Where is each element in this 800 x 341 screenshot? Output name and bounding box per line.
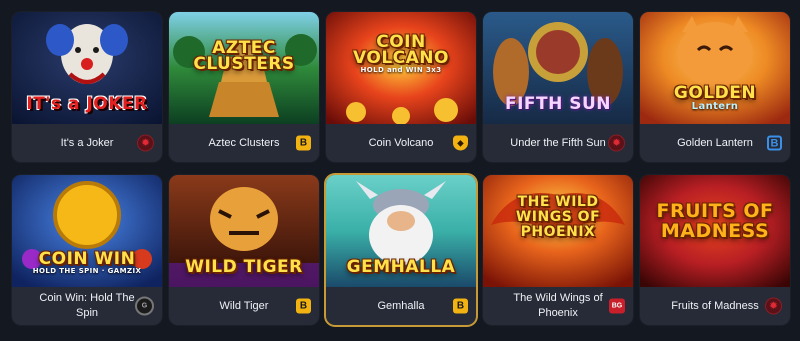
game-art-title: WILD TIGER: [185, 257, 303, 277]
game-name: The Wild Wings of Phoenix: [513, 292, 603, 319]
game-art-title-text: GOLDEN: [673, 83, 757, 103]
provider-logo-icon: B: [767, 135, 782, 151]
game-thumbnail[interactable]: IT's a JOKER: [12, 12, 162, 124]
game-card-wild-tiger[interactable]: WILD TIGER Wild Tiger B: [169, 175, 319, 325]
game-name: Aztec Clusters: [208, 136, 280, 149]
game-art-title-text: COIN WIN: [38, 249, 136, 269]
game-card-coin-win[interactable]: COIN WIN HOLD THE SPIN · GAMZIX Coin Win…: [12, 175, 162, 325]
game-art-title: THE WILD WINGS OF PHOENIX: [515, 194, 601, 240]
provider-logo-icon: B: [296, 135, 311, 151]
game-name: Gemhalla: [377, 299, 425, 312]
game-name: Under the Fifth Sun: [510, 136, 606, 149]
game-name: Fruits of Madness: [671, 299, 759, 312]
game-art-subtitle: HOLD THE SPIN · GAMZIX: [32, 267, 142, 275]
game-name: Coin Win: Hold The Spin: [39, 292, 135, 319]
game-card-footer: It's a Joker ✹: [12, 124, 162, 162]
game-art-title: GEMHALLA: [346, 257, 456, 277]
provider-logo-icon: B: [453, 298, 468, 314]
provider-logo-icon: BG: [609, 298, 625, 314]
game-art-title: IT's a JOKER: [26, 94, 148, 114]
game-name: Coin Volcano: [368, 136, 434, 149]
provider-logo-icon: ✹: [608, 134, 625, 152]
provider-logo-icon: B: [296, 298, 311, 314]
game-name: It's a Joker: [60, 136, 114, 149]
game-thumbnail[interactable]: COIN WIN HOLD THE SPIN · GAMZIX: [12, 175, 162, 287]
game-thumbnail[interactable]: GOLDEN Lantern: [640, 12, 790, 124]
game-card-footer: Under the Fifth Sun ✹: [483, 124, 633, 162]
provider-logo-icon: ✹: [137, 134, 154, 152]
game-card-footer: The Wild Wings of Phoenix BG: [483, 287, 633, 325]
game-art-title: GOLDEN Lantern: [640, 83, 790, 113]
game-thumbnail[interactable]: FRUITS OF MADNESS: [640, 175, 790, 287]
game-thumbnail[interactable]: FIFTH SUN: [483, 12, 633, 124]
game-card-footer: Aztec Clusters B: [169, 124, 319, 162]
game-card-footer: Coin Win: Hold The Spin G: [12, 287, 162, 325]
game-art-title: FRUITS OF MADNESS: [656, 200, 774, 242]
game-art-title-text: COIN VOLCANO: [353, 32, 449, 68]
game-card-fruits-of-madness[interactable]: FRUITS OF MADNESS Fruits of Madness ✹: [640, 175, 790, 325]
game-card-under-the-fifth-sun[interactable]: FIFTH SUN Under the Fifth Sun ✹: [483, 12, 633, 162]
provider-logo-icon: ◆: [453, 135, 468, 151]
game-art-title: AZTEC CLUSTERS: [193, 38, 295, 74]
game-card-footer: Fruits of Madness ✹: [640, 287, 790, 325]
game-name: Wild Tiger: [219, 299, 269, 312]
game-card-wild-wings-of-phoenix[interactable]: THE WILD WINGS OF PHOENIX The Wild Wings…: [483, 175, 633, 325]
game-thumbnail[interactable]: WILD TIGER: [169, 175, 319, 287]
game-thumbnail[interactable]: AZTEC CLUSTERS: [169, 12, 319, 124]
game-thumbnail[interactable]: COIN VOLCANO HOLD and WIN 3x3: [326, 12, 476, 124]
game-art-title: FIFTH SUN: [504, 94, 612, 114]
game-thumbnail[interactable]: THE WILD WINGS OF PHOENIX: [483, 175, 633, 287]
provider-logo-icon: ✹: [765, 297, 782, 315]
game-card-footer: Wild Tiger B: [169, 287, 319, 325]
game-card-coin-volcano[interactable]: COIN VOLCANO HOLD and WIN 3x3 Coin Volca…: [326, 12, 476, 162]
game-card-golden-lantern[interactable]: GOLDEN Lantern Golden Lantern B: [640, 12, 790, 162]
game-card-its-a-joker[interactable]: IT's a JOKER It's a Joker ✹: [12, 12, 162, 162]
game-card-footer: Golden Lantern B: [640, 124, 790, 162]
game-art-title: COIN WIN HOLD THE SPIN · GAMZIX: [12, 249, 162, 276]
game-name: Golden Lantern: [677, 136, 753, 149]
game-art-title: COIN VOLCANO HOLD and WIN 3x3: [326, 32, 476, 75]
game-card-footer: Coin Volcano ◆: [326, 124, 476, 162]
game-grid: IT's a JOKER It's a Joker ✹ AZTEC CLUSTE…: [12, 12, 790, 325]
game-art-subtitle: HOLD and WIN 3x3: [360, 66, 442, 74]
game-card-aztec-clusters[interactable]: AZTEC CLUSTERS Aztec Clusters B: [169, 12, 319, 162]
game-thumbnail[interactable]: GEMHALLA: [326, 175, 476, 287]
game-card-footer: Gemhalla B: [326, 287, 476, 325]
game-art-subtitle: Lantern: [691, 101, 739, 112]
game-card-gemhalla[interactable]: GEMHALLA Gemhalla B: [326, 175, 476, 325]
provider-logo-icon: G: [135, 296, 154, 316]
